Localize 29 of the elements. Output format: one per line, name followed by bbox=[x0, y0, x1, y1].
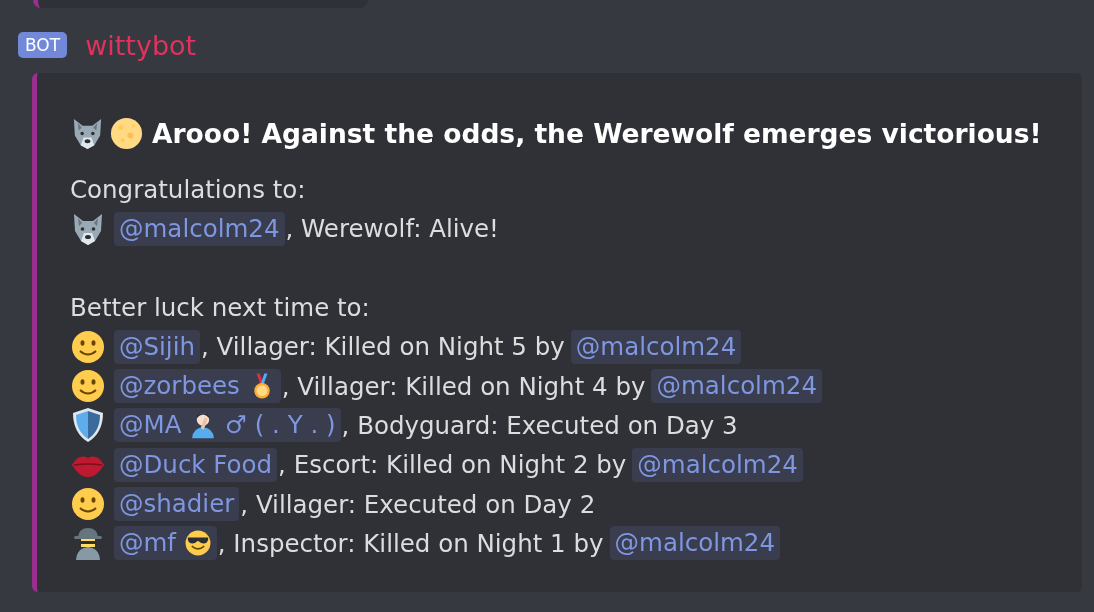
user-mention[interactable]: @zorbees bbox=[114, 369, 281, 404]
user-mention[interactable]: @malcolm24 bbox=[651, 369, 822, 404]
embed-title: Arooo! Against the odds, the Werewolf emerges victorious! bbox=[152, 117, 1042, 149]
result-text: , Inspector: Killed on Night 1 by bbox=[217, 528, 604, 558]
result-text: , Villager: Killed on Night 4 by bbox=[281, 371, 646, 401]
username[interactable]: wittybot bbox=[85, 29, 197, 61]
section-heading: Congratulations to: bbox=[70, 175, 306, 205]
result-text: , Villager: Killed on Night 5 by bbox=[201, 332, 565, 362]
sunglasses-icon bbox=[183, 529, 212, 558]
section-heading: Better luck next time to: bbox=[70, 293, 370, 323]
user-mention[interactable]: @Sijih bbox=[114, 329, 200, 364]
user-mention[interactable]: @Duck Food bbox=[114, 447, 278, 482]
result-text: , Escort: Killed on Night 2 by bbox=[278, 450, 627, 480]
result-text: , Werewolf: Alive! bbox=[285, 214, 499, 244]
smiley-icon bbox=[70, 368, 106, 405]
smiley-icon bbox=[70, 328, 106, 365]
bot-tag: BOT bbox=[18, 32, 68, 58]
user-mention[interactable]: @malcolm24 bbox=[114, 211, 285, 246]
user-mention[interactable]: @malcolm24 bbox=[609, 526, 780, 561]
moon-icon bbox=[109, 115, 144, 151]
result-text: , Villager: Executed on Day 2 bbox=[240, 489, 596, 519]
user-mention[interactable]: @malcolm24 bbox=[570, 329, 742, 364]
user-mention[interactable]: @mf bbox=[114, 526, 217, 561]
result-text: , Bodyguard: Executed on Day 3 bbox=[341, 410, 738, 440]
user-mention[interactable]: @malcolm24 bbox=[632, 447, 803, 482]
user-mention[interactable]: @shadier bbox=[114, 487, 240, 521]
shield-icon bbox=[70, 407, 106, 444]
user-mention[interactable]: @MA ♂ ( . Y . ) bbox=[114, 408, 341, 443]
smiley-icon bbox=[70, 486, 106, 522]
